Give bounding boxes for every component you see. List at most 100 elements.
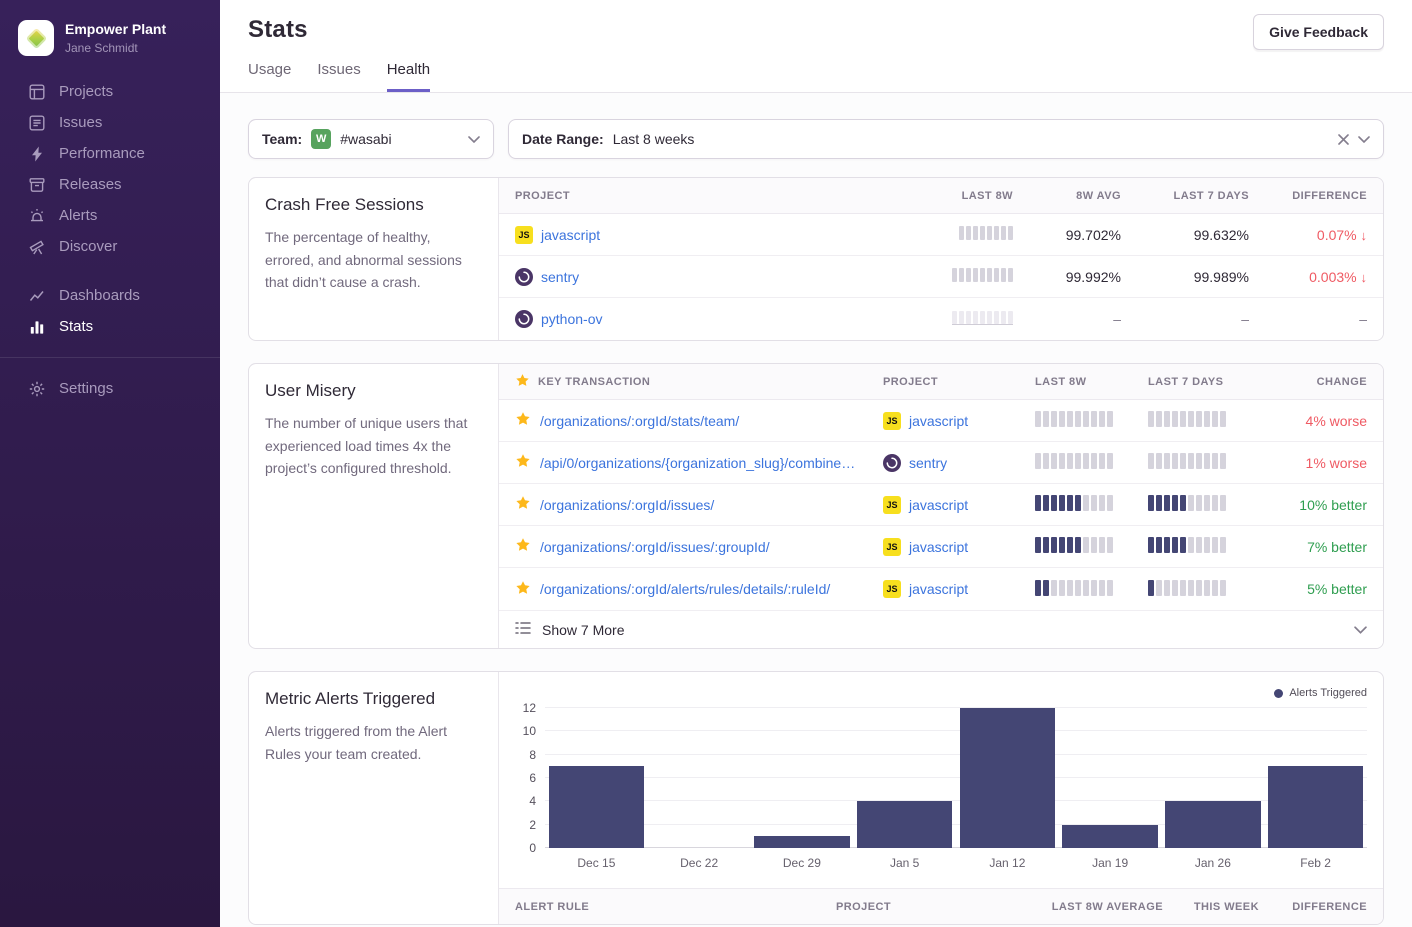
spark-bar [1099, 580, 1105, 596]
alerts-chart: Alerts Triggered 024681012 Dec 15Dec 22D… [499, 672, 1383, 870]
spark-bar [1035, 580, 1041, 596]
star-icon[interactable] [515, 411, 531, 430]
javascript-platform-icon: JS [883, 496, 901, 514]
stats-tabs: Usage Issues Health [248, 61, 1384, 92]
transaction-link[interactable]: /api/0/organizations/{organization_slug}… [540, 455, 855, 471]
spark-bar [987, 311, 992, 324]
chart-bar[interactable] [960, 708, 1056, 848]
sidebar-item-settings[interactable]: Settings [0, 373, 220, 404]
spark-bar [1188, 495, 1194, 511]
sidebar-item-dashboards[interactable]: Dashboards [0, 280, 220, 311]
difference-value: 0.07% ↓ [1249, 227, 1367, 243]
misery-sparkline-8w [1035, 580, 1113, 596]
y-axis-tick-label: 8 [529, 749, 536, 761]
spark-bar [1220, 537, 1226, 553]
spark-bar [987, 226, 992, 240]
org-switcher[interactable]: Empower Plant Jane Schmidt [0, 14, 220, 76]
sidebar-item-alerts[interactable]: Alerts [0, 200, 220, 231]
spark-bar [1035, 411, 1041, 427]
sidebar-item-label: Projects [59, 83, 113, 100]
legend-label: Alerts Triggered [1289, 687, 1367, 699]
chart-bar[interactable] [754, 836, 850, 848]
legend-dot-icon [1274, 689, 1283, 698]
table-header: ALERT RULE PROJECT LAST 8W AVERAGE THIS … [499, 888, 1383, 924]
spark-bar [1196, 453, 1202, 469]
project-link[interactable]: javascript [909, 413, 968, 429]
last-7d-value: 99.989% [1121, 269, 1249, 285]
sidebar-item-stats[interactable]: Stats [0, 311, 220, 342]
sidebar-item-releases[interactable]: Releases [0, 169, 220, 200]
show-more-button[interactable]: Show 7 More [499, 610, 1383, 648]
clear-date-icon[interactable] [1338, 134, 1349, 145]
tab-usage[interactable]: Usage [248, 61, 291, 92]
team-select[interactable]: Team: W #wasabi [248, 119, 494, 159]
chart-bar[interactable] [1165, 801, 1261, 848]
avg-8w-value: – [1013, 311, 1121, 327]
star-icon[interactable] [515, 495, 531, 514]
table-row: /organizations/:orgId/stats/team/ JS jav… [499, 400, 1383, 442]
sidebar-item-label: Stats [59, 318, 93, 335]
chart-bar[interactable] [549, 766, 645, 848]
chart-bar[interactable] [857, 801, 953, 848]
spark-bar [1067, 453, 1073, 469]
date-range-select[interactable]: Date Range: Last 8 weeks [508, 119, 1384, 159]
sidebar-item-performance[interactable]: Performance [0, 138, 220, 169]
spark-bar [1164, 411, 1170, 427]
spark-bar [1180, 411, 1186, 427]
panel-description: Metric Alerts Triggered Alerts triggered… [249, 672, 499, 924]
sentry-platform-icon [515, 310, 533, 328]
spark-bar [1091, 495, 1097, 511]
spark-bar [1204, 580, 1210, 596]
chart-bar[interactable] [1062, 825, 1158, 848]
project-link[interactable]: javascript [909, 581, 968, 597]
panel-description: Crash Free Sessions The percentage of he… [249, 178, 499, 340]
star-icon[interactable] [515, 537, 531, 556]
spark-bar [973, 311, 978, 324]
change-value: 7% better [1261, 539, 1367, 555]
tab-issues[interactable]: Issues [317, 61, 360, 92]
project-link[interactable]: javascript [909, 539, 968, 555]
spark-bar [966, 226, 971, 240]
sidebar-item-label: Issues [59, 114, 102, 131]
avg-8w-value: 99.702% [1013, 227, 1121, 243]
transaction-link[interactable]: /organizations/:orgId/issues/:groupId/ [540, 539, 770, 555]
date-range-value: Last 8 weeks [613, 131, 695, 147]
give-feedback-button[interactable]: Give Feedback [1253, 14, 1384, 50]
spark-bar [973, 268, 978, 282]
sidebar-item-projects[interactable]: Projects [0, 76, 220, 107]
org-logo-icon [18, 20, 54, 56]
project-link[interactable]: javascript [541, 227, 600, 243]
spark-bar [1075, 537, 1081, 553]
trend-down-icon: ↓ [1361, 270, 1368, 285]
sidebar-item-discover[interactable]: Discover [0, 231, 220, 262]
project-link[interactable]: sentry [541, 269, 579, 285]
project-link[interactable]: python-ov [541, 311, 602, 327]
panel-desc-text: The number of unique users that experien… [265, 412, 482, 480]
star-icon[interactable] [515, 453, 531, 472]
star-icon[interactable] [515, 580, 531, 599]
transaction-link[interactable]: /organizations/:orgId/stats/team/ [540, 413, 739, 429]
chevron-down-icon [1358, 136, 1370, 143]
spark-bar [1180, 537, 1186, 553]
table-row: /organizations/:orgId/issues/ JS javascr… [499, 484, 1383, 526]
misery-sparkline-7d [1148, 495, 1226, 511]
transaction-link[interactable]: /organizations/:orgId/alerts/rules/detai… [540, 581, 830, 597]
tab-health[interactable]: Health [387, 61, 430, 92]
sidebar-item-issues[interactable]: Issues [0, 107, 220, 138]
table-row: sentry 99.992% 99.989% 0.003% ↓ [499, 256, 1383, 298]
table-row: /organizations/:orgId/issues/:groupId/ J… [499, 526, 1383, 568]
project-link[interactable]: javascript [909, 497, 968, 513]
spark-bar [1196, 411, 1202, 427]
chart-bar[interactable] [1268, 766, 1364, 848]
misery-sparkline-8w [1035, 453, 1113, 469]
spark-bar [966, 268, 971, 282]
alerts-chart-plot [545, 708, 1367, 848]
project-link[interactable]: sentry [909, 455, 947, 471]
spark-bar [1083, 411, 1089, 427]
transaction-link[interactable]: /organizations/:orgId/issues/ [540, 497, 714, 513]
y-axis-tick-label: 0 [529, 842, 536, 854]
spark-bar [1059, 411, 1065, 427]
spark-bar [1001, 268, 1006, 282]
spark-bar [1188, 453, 1194, 469]
content-area: Team: W #wasabi Date Range: Last 8 weeks [220, 93, 1412, 927]
